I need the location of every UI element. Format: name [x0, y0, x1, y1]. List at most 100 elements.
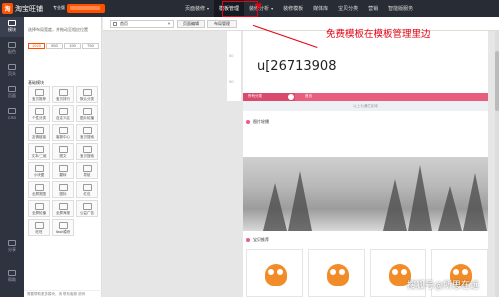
- ruler-mark: 50: [229, 53, 234, 58]
- rail-item[interactable]: 帮助: [0, 267, 24, 287]
- recommend-title-text: 宝贝推荐: [253, 237, 269, 242]
- module-icon: [58, 146, 68, 153]
- nav-item-label: 媒体库: [313, 6, 329, 12]
- module-label: 默认分类: [80, 97, 94, 101]
- canvas-scrollbar[interactable]: [495, 31, 499, 297]
- nav-item[interactable]: 宝贝分类: [333, 0, 363, 17]
- shop-name[interactable]: u[26713908: [257, 59, 336, 74]
- rail-item[interactable]: 模块: [0, 17, 24, 37]
- nav-item[interactable]: 营销: [363, 0, 383, 17]
- page-select[interactable]: 首页 ▼: [110, 20, 174, 28]
- module-tile[interactable]: 自定义区: [52, 105, 74, 122]
- module-label: 公益广告: [80, 211, 94, 215]
- module-label: 宝贝搜索: [80, 154, 94, 158]
- module-tile[interactable]: 宝贝搜索: [76, 124, 98, 141]
- module-tile[interactable]: 宝贝推荐: [28, 86, 50, 103]
- rail-item[interactable]: CSS: [0, 105, 24, 125]
- module-tile[interactable]: 图标: [52, 181, 74, 198]
- module-tile[interactable]: 客服中心: [52, 124, 74, 141]
- module-tile[interactable]: 导航: [76, 162, 98, 179]
- layout-size-chip[interactable]: 1920: [28, 43, 45, 49]
- rail-item[interactable]: 页面: [0, 83, 24, 103]
- store-search-box[interactable]: [67, 4, 105, 13]
- module-tile[interactable]: 全屏轮播: [28, 200, 50, 217]
- nav-item[interactable]: 智能版服务: [383, 0, 418, 17]
- module-label: 图文: [59, 154, 67, 158]
- editor-canvas: 首页 ▼ 页面编辑 布局管理 50 50 u[26713908 所有分类 首页 …: [103, 17, 499, 297]
- rail-item[interactable]: 分享: [0, 237, 24, 257]
- module-tile[interactable]: 个性分类: [28, 105, 50, 122]
- module-icon: [82, 108, 92, 115]
- scroll-thumb[interactable]: [495, 51, 499, 111]
- logo-text: 淘宝旺铺: [15, 5, 43, 13]
- product-card[interactable]: [307, 249, 365, 297]
- rail-item-label: 帮助: [8, 277, 16, 282]
- module-label: 小块图: [33, 173, 45, 177]
- module-tile[interactable]: 小块图: [28, 162, 50, 179]
- module-tile[interactable]: 宝贝排行: [52, 86, 74, 103]
- module-tile[interactable]: 默认分类: [76, 86, 98, 103]
- module-label: 文本/二维: [31, 154, 47, 158]
- module-label: 全屏宽图: [32, 192, 46, 196]
- recommend-section-title[interactable]: 宝贝推荐: [243, 235, 488, 245]
- module-label: 图片轮播: [80, 116, 94, 120]
- module-tile[interactable]: 全屏海报: [52, 200, 74, 217]
- nav-item-label: 页面装修: [185, 6, 206, 12]
- layout-size-selector: 1920 950 190 750: [28, 43, 99, 49]
- module-tile[interactable]: 友情链接: [28, 124, 50, 141]
- module-icon: [58, 127, 68, 134]
- rail-item[interactable]: 配色: [0, 39, 24, 59]
- layout-size-chip[interactable]: 750: [82, 43, 99, 49]
- module-tile[interactable]: 红包: [76, 181, 98, 198]
- module-tile[interactable]: 翻转: [52, 162, 74, 179]
- module-tile[interactable]: 图片轮播: [76, 105, 98, 122]
- winter-banner-image[interactable]: [243, 157, 488, 231]
- page-edit-button[interactable]: 页面编辑: [177, 20, 205, 28]
- chevron-down-icon: ▾: [207, 6, 210, 11]
- category-label: 所有分类: [248, 94, 262, 98]
- carousel-section-title[interactable]: 图片轮播: [243, 117, 488, 127]
- help-icon: [8, 270, 16, 276]
- rail-item-label: 配色: [8, 49, 16, 54]
- nav-item[interactable]: 媒体库: [308, 0, 333, 17]
- layout-size-chip[interactable]: 190: [64, 43, 81, 49]
- module-label: 图标: [59, 192, 67, 196]
- nav-item-label: 营销: [368, 6, 379, 12]
- module-label: 友情链接: [32, 135, 46, 139]
- module-tile[interactable]: 旺旺: [28, 219, 50, 236]
- module-icon: [34, 222, 44, 229]
- module-panel: 选择布局宽度，并拖动至相应位置 1920 950 190 750 基础模块 宝贝推荐宝…: [24, 17, 102, 297]
- module-label: 个性分类: [32, 116, 46, 120]
- module-label: flash模块: [55, 230, 71, 234]
- module-icon: [34, 165, 44, 172]
- logo[interactable]: 淘 淘宝旺铺: [2, 2, 43, 15]
- module-icon: [82, 184, 92, 191]
- layout-tip: 选择布局宽度，并拖动至相应位置: [28, 27, 88, 32]
- module-label: 翻转: [59, 173, 67, 177]
- module-tile[interactable]: 公益广告: [76, 200, 98, 217]
- module-tile[interactable]: 全屏宽图: [28, 181, 50, 198]
- layout-manage-button[interactable]: 布局管理: [207, 20, 237, 28]
- section-dot-icon: [246, 238, 250, 242]
- module-icon: [58, 203, 68, 210]
- chevron-down-icon: ▼: [167, 21, 171, 26]
- layout-size-chip[interactable]: 950: [46, 43, 63, 49]
- module-tile[interactable]: 图文: [52, 143, 74, 160]
- rail-item-label: 模块: [8, 27, 16, 32]
- product-card[interactable]: [246, 249, 303, 297]
- module-icon: [82, 146, 92, 153]
- module-tile[interactable]: 文本/二维: [28, 143, 50, 160]
- panel-footer-help[interactable]: 需要帮助更多模块，请 联系客服 说明: [24, 290, 102, 297]
- module-icon: [82, 127, 92, 134]
- module-tile[interactable]: flash模块: [52, 219, 74, 236]
- shop-page-preview: u[26713908 所有分类 首页 以上为通栏区域 图片轮播 宝贝推荐: [243, 31, 488, 297]
- expand-icon[interactable]: [288, 94, 294, 100]
- module-label: 自定义区: [56, 116, 70, 120]
- module-tile[interactable]: 宝贝搜索: [76, 143, 98, 160]
- rail-item[interactable]: 页头: [0, 61, 24, 81]
- module-icon: [58, 165, 68, 172]
- shop-nav-strip[interactable]: 所有分类 首页: [243, 93, 488, 101]
- nav-item[interactable]: 页面装修 ▾: [180, 0, 214, 17]
- nav-item-label: 宝贝分类: [338, 6, 359, 12]
- module-icon: [34, 89, 44, 96]
